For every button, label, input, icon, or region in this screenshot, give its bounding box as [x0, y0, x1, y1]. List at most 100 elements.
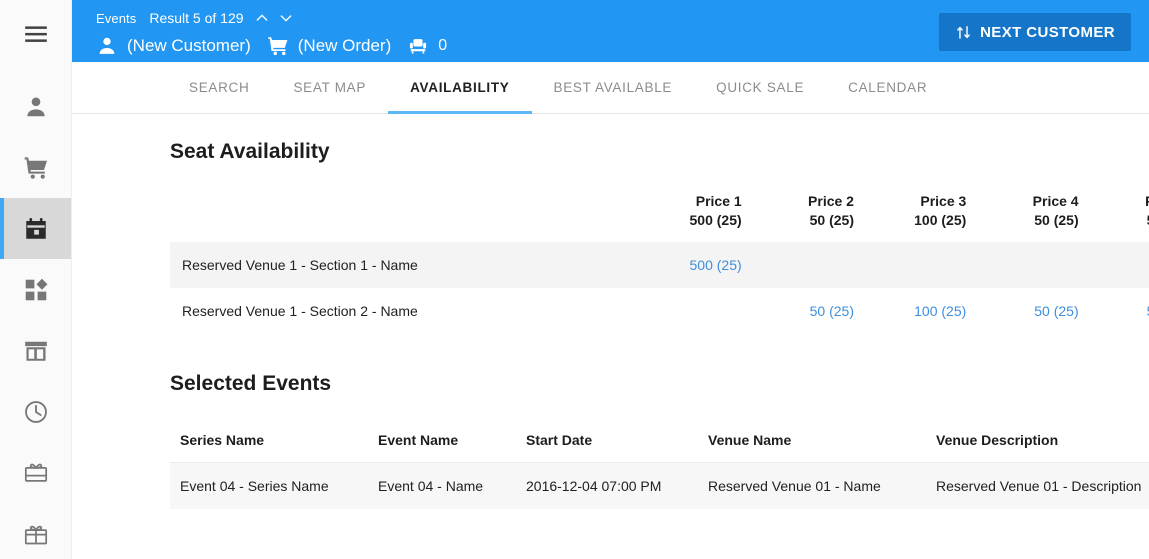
shopping-cart-icon: [267, 35, 289, 57]
venue-name-header: Venue Name: [698, 432, 926, 463]
price-header-summary: 100 (25): [914, 212, 967, 228]
price-cell: 50 (25): [754, 288, 866, 334]
price-header-summary: 500 (25): [689, 212, 742, 228]
sidebar-item-venues[interactable]: [0, 320, 71, 381]
price-header-name: Price 1: [695, 193, 742, 209]
left-sidebar: [0, 0, 72, 559]
availability-link[interactable]: 50 (25): [1034, 303, 1078, 319]
venue-description-header: Venue Description: [926, 432, 1149, 463]
price-cell: [641, 288, 753, 334]
availability-header-row: Price 1 500 (25) Price 2 50 (25) Price 3…: [170, 192, 1149, 242]
chevron-down-icon[interactable]: [278, 10, 294, 26]
sidebar-item-gifts[interactable]: [0, 503, 71, 559]
sidebar-item-customers[interactable]: [0, 76, 71, 137]
series-name-header: Series Name: [170, 432, 368, 463]
tab-label: AVAILABILITY: [410, 80, 510, 95]
seat-availability-title: Seat Availability: [170, 140, 330, 163]
price-header-name: Price 3: [920, 193, 967, 209]
tab-bar: SEARCH SEAT MAP AVAILABILITY BEST AVAILA…: [72, 62, 1149, 114]
availability-row: Reserved Venue 1 - Section 1 - Name 500 …: [170, 242, 1149, 288]
section-name-cell: Reserved Venue 1 - Section 1 - Name: [182, 257, 418, 273]
price-cell: 50 (25): [978, 288, 1090, 334]
price-header-name: Price 5: [1091, 192, 1149, 211]
event-name-header: Event Name: [368, 432, 516, 463]
price-header-name: Price 2: [808, 193, 854, 209]
store-icon: [23, 338, 49, 364]
venue-name-cell: Reserved Venue 01 - Name: [708, 477, 881, 494]
start-date-cell: 2016-12-04 07:00 PM: [526, 477, 662, 494]
availability-row: Reserved Venue 1 - Section 2 - Name 50 (…: [170, 288, 1149, 334]
availability-link[interactable]: 100 (25): [914, 303, 966, 319]
price-header-summary: 50 (25): [809, 212, 854, 228]
price-header-summary: 50 (25): [1091, 211, 1149, 230]
availability-link[interactable]: 500 (25): [690, 257, 742, 273]
price-cell: 100 (25): [866, 288, 978, 334]
clock-icon: [23, 399, 49, 425]
tab-label: CALENDAR: [848, 80, 928, 95]
content-area: Seat Availability Price 1 500 (25) Price…: [72, 114, 1149, 559]
sidebar-item-events[interactable]: [0, 198, 71, 259]
gift-box-icon: [23, 521, 49, 547]
sidebar-item-apps[interactable]: [0, 259, 71, 320]
tab-seat-map[interactable]: SEAT MAP: [271, 62, 388, 113]
price-cell: [1091, 242, 1149, 288]
selected-events-table: Series Name Event Name Start Date Venue …: [170, 432, 1149, 509]
tab-search[interactable]: SEARCH: [167, 62, 271, 113]
current-customer[interactable]: (New Customer): [96, 35, 251, 57]
seat-count[interactable]: 0: [407, 35, 447, 57]
selected-events-header-row: Series Name Event Name Start Date Venue …: [170, 432, 1149, 463]
next-customer-label: NEXT CUSTOMER: [980, 23, 1115, 41]
app-root: Events Result 5 of 129 (New Customer) (N…: [0, 0, 1149, 559]
venue-description-cell: Reserved Venue 01 - Description: [936, 477, 1142, 494]
price-2-header: Price 2 50 (25): [754, 192, 866, 242]
tab-calendar[interactable]: CALENDAR: [826, 62, 949, 113]
sort-arrows-icon: [955, 24, 972, 41]
next-customer-button[interactable]: NEXT CUSTOMER: [939, 13, 1131, 51]
person-icon: [23, 94, 49, 120]
price-header-name: Price 4: [1032, 193, 1079, 209]
tab-label: SEAT MAP: [293, 80, 367, 95]
dashboard-apps-icon: [23, 277, 49, 303]
price-5-header: Price 5 50 (25): [1091, 192, 1149, 242]
hamburger-menu-icon: [23, 21, 49, 47]
chevron-up-icon[interactable]: [254, 10, 270, 26]
events-label: Events: [96, 10, 137, 26]
price-cell: 50 (25): [1091, 288, 1149, 334]
section-name-header: [170, 192, 641, 242]
price-cell: [866, 242, 978, 288]
section-name-cell: Reserved Venue 1 - Section 2 - Name: [182, 303, 418, 319]
tab-quick-sale[interactable]: QUICK SALE: [694, 62, 826, 113]
seat-count-value: 0: [438, 37, 448, 54]
main-area: Events Result 5 of 129 (New Customer) (N…: [72, 0, 1149, 559]
tab-label: SEARCH: [189, 80, 250, 95]
series-name-cell: Event 04 - Series Name: [180, 477, 329, 494]
selected-events-table-wrapper: Series Name Event Name Start Date Venue …: [170, 432, 1149, 509]
price-cell: 500 (25): [641, 242, 753, 288]
availability-table-wrapper: Price 1 500 (25) Price 2 50 (25) Price 3…: [170, 192, 1149, 334]
tab-availability[interactable]: AVAILABILITY: [388, 62, 532, 114]
tab-best-available[interactable]: BEST AVAILABLE: [532, 62, 695, 113]
availability-table: Price 1 500 (25) Price 2 50 (25) Price 3…: [170, 192, 1149, 334]
calendar-icon: [23, 216, 49, 242]
seat-icon: [407, 35, 429, 57]
price-1-header: Price 1 500 (25): [641, 192, 753, 242]
sidebar-item-orders[interactable]: [0, 137, 71, 198]
price-header-summary: 50 (25): [1034, 212, 1079, 228]
current-order[interactable]: (New Order): [267, 35, 391, 57]
start-date-header: Start Date: [516, 432, 698, 463]
tab-label: QUICK SALE: [716, 80, 805, 95]
shopping-cart-icon: [23, 155, 49, 181]
current-customer-label: (New Customer): [127, 36, 251, 55]
price-3-header: Price 3 100 (25): [866, 192, 978, 242]
sidebar-item-gift-cards[interactable]: [0, 442, 71, 503]
sidebar-item-history[interactable]: [0, 381, 71, 442]
sidebar-item-menu-button[interactable]: [0, 6, 71, 62]
price-4-header: Price 4 50 (25): [978, 192, 1090, 242]
table-row[interactable]: Event 04 - Series Name Event 04 - Name 2…: [170, 462, 1149, 509]
person-icon: [96, 35, 118, 57]
event-name-cell: Event 04 - Name: [378, 477, 484, 494]
selected-events-title: Selected Events: [170, 372, 332, 395]
price-cell: [978, 242, 1090, 288]
top-bar: Events Result 5 of 129 (New Customer) (N…: [72, 0, 1149, 62]
availability-link[interactable]: 50 (25): [810, 303, 854, 319]
